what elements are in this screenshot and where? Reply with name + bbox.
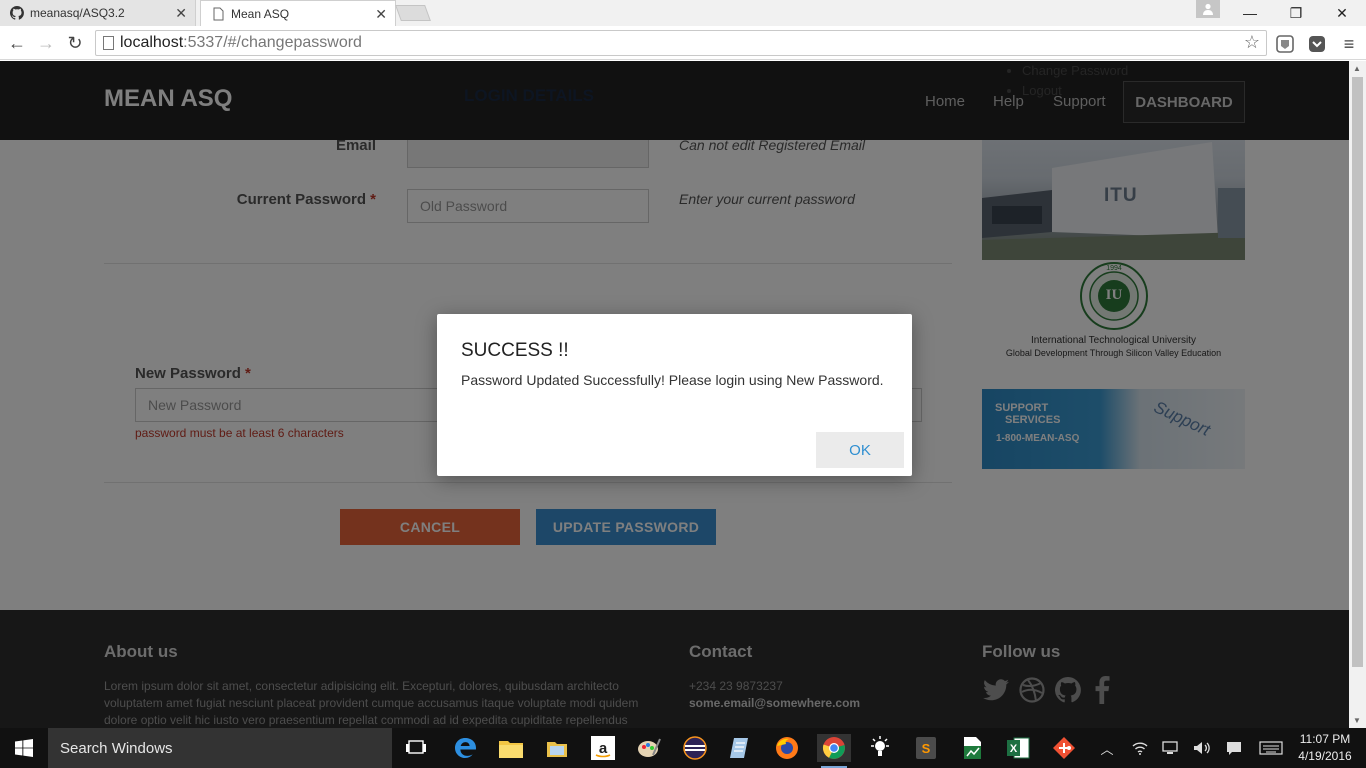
tray-expand-chevron-icon[interactable]: ︿ — [1097, 738, 1117, 758]
excel-icon[interactable]: X — [1001, 734, 1035, 762]
window-close-icon[interactable]: ✕ — [1319, 0, 1365, 26]
tips-lightbulb-icon[interactable] — [863, 734, 897, 762]
scroll-down-icon[interactable]: ▼ — [1353, 716, 1361, 725]
action-center-icon[interactable] — [1224, 738, 1244, 758]
task-view-icon[interactable] — [399, 734, 433, 762]
page-icon — [103, 36, 114, 50]
tab-title: meanasq/ASQ3.2 — [30, 6, 125, 20]
ok-button[interactable]: OK — [816, 432, 904, 468]
windows-taskbar: Search Windows a S X ︿ 11:07 PM 4/19/201… — [0, 728, 1366, 768]
folder-icon[interactable] — [540, 734, 574, 762]
new-tab-button[interactable] — [395, 5, 431, 21]
browser-tab-github[interactable]: meanasq/ASQ3.2 ✕ — [0, 0, 196, 26]
minimize-icon[interactable]: — — [1227, 0, 1273, 26]
back-arrow-icon[interactable]: ← — [4, 30, 30, 56]
menu-hamburger-icon[interactable]: ≡ — [1340, 34, 1358, 54]
tab-close-icon[interactable]: ✕ — [175, 5, 187, 22]
page-scrollbar[interactable]: ▲ ▼ — [1349, 61, 1366, 728]
bookmark-star-icon[interactable]: ☆ — [1244, 32, 1260, 53]
browser-toolbar: ← → ↻ localhost :5337/#/changepassword ☆… — [0, 26, 1366, 60]
dialog-title: SUCCESS !! — [461, 340, 569, 361]
scrollbar-thumb[interactable] — [1352, 77, 1363, 667]
eclipse-icon[interactable] — [678, 734, 712, 762]
wifi-icon[interactable] — [1130, 738, 1150, 758]
file-explorer-icon[interactable] — [494, 734, 528, 762]
svg-text:a: a — [599, 740, 608, 757]
spreadsheet-chart-icon[interactable] — [955, 734, 989, 762]
url-host: localhost — [120, 34, 184, 51]
edge-browser-icon[interactable] — [448, 734, 482, 762]
page-viewport: Email Can not edit Registered Email Curr… — [0, 61, 1349, 728]
notepad-icon[interactable] — [724, 734, 758, 762]
sublime-text-icon[interactable]: S — [909, 734, 943, 762]
paint-icon[interactable] — [632, 734, 666, 762]
sourcetree-git-icon[interactable] — [1047, 734, 1081, 762]
address-bar[interactable]: localhost :5337/#/changepassword ☆ — [95, 30, 1267, 56]
tab-close-icon[interactable]: ✕ — [375, 6, 387, 23]
url-path: :5337/#/changepassword — [183, 34, 362, 51]
volume-icon[interactable] — [1192, 738, 1212, 758]
clock-time: 11:07 PM — [1299, 732, 1351, 746]
reload-icon[interactable]: ↻ — [62, 30, 88, 56]
keyboard-icon[interactable] — [1258, 738, 1284, 758]
success-dialog: SUCCESS !! Password Updated Successfully… — [437, 314, 912, 476]
windows-start-icon[interactable] — [0, 728, 48, 768]
browser-tabbar: meanasq/ASQ3.2 ✕ Mean ASQ ✕ — ❐ ✕ — [0, 0, 1366, 26]
svg-text:S: S — [922, 741, 931, 756]
tab-title: Mean ASQ — [231, 6, 290, 21]
clock-date: 4/19/2016 — [1298, 749, 1352, 763]
user-profile-icon[interactable] — [1196, 0, 1220, 18]
extension-shield-icon[interactable] — [1276, 35, 1294, 53]
network-icon[interactable] — [1160, 738, 1180, 758]
restore-icon[interactable]: ❐ — [1273, 0, 1319, 26]
dialog-message: Password Updated Successfully! Please lo… — [461, 372, 884, 388]
forward-arrow-icon[interactable]: → — [33, 30, 59, 56]
page-icon — [211, 7, 225, 21]
firefox-icon[interactable] — [770, 734, 804, 762]
svg-text:X: X — [1010, 743, 1018, 755]
windows-search-box[interactable]: Search Windows — [48, 728, 392, 768]
taskbar-clock[interactable]: 11:07 PM 4/19/2016 — [1290, 731, 1360, 765]
chrome-icon[interactable] — [817, 734, 851, 768]
extension-pocket-icon[interactable] — [1308, 35, 1326, 53]
browser-tab-mean-asq[interactable]: Mean ASQ ✕ — [200, 0, 396, 26]
github-icon — [10, 6, 24, 20]
amazon-icon[interactable]: a — [586, 734, 620, 762]
scroll-up-icon[interactable]: ▲ — [1353, 64, 1361, 73]
